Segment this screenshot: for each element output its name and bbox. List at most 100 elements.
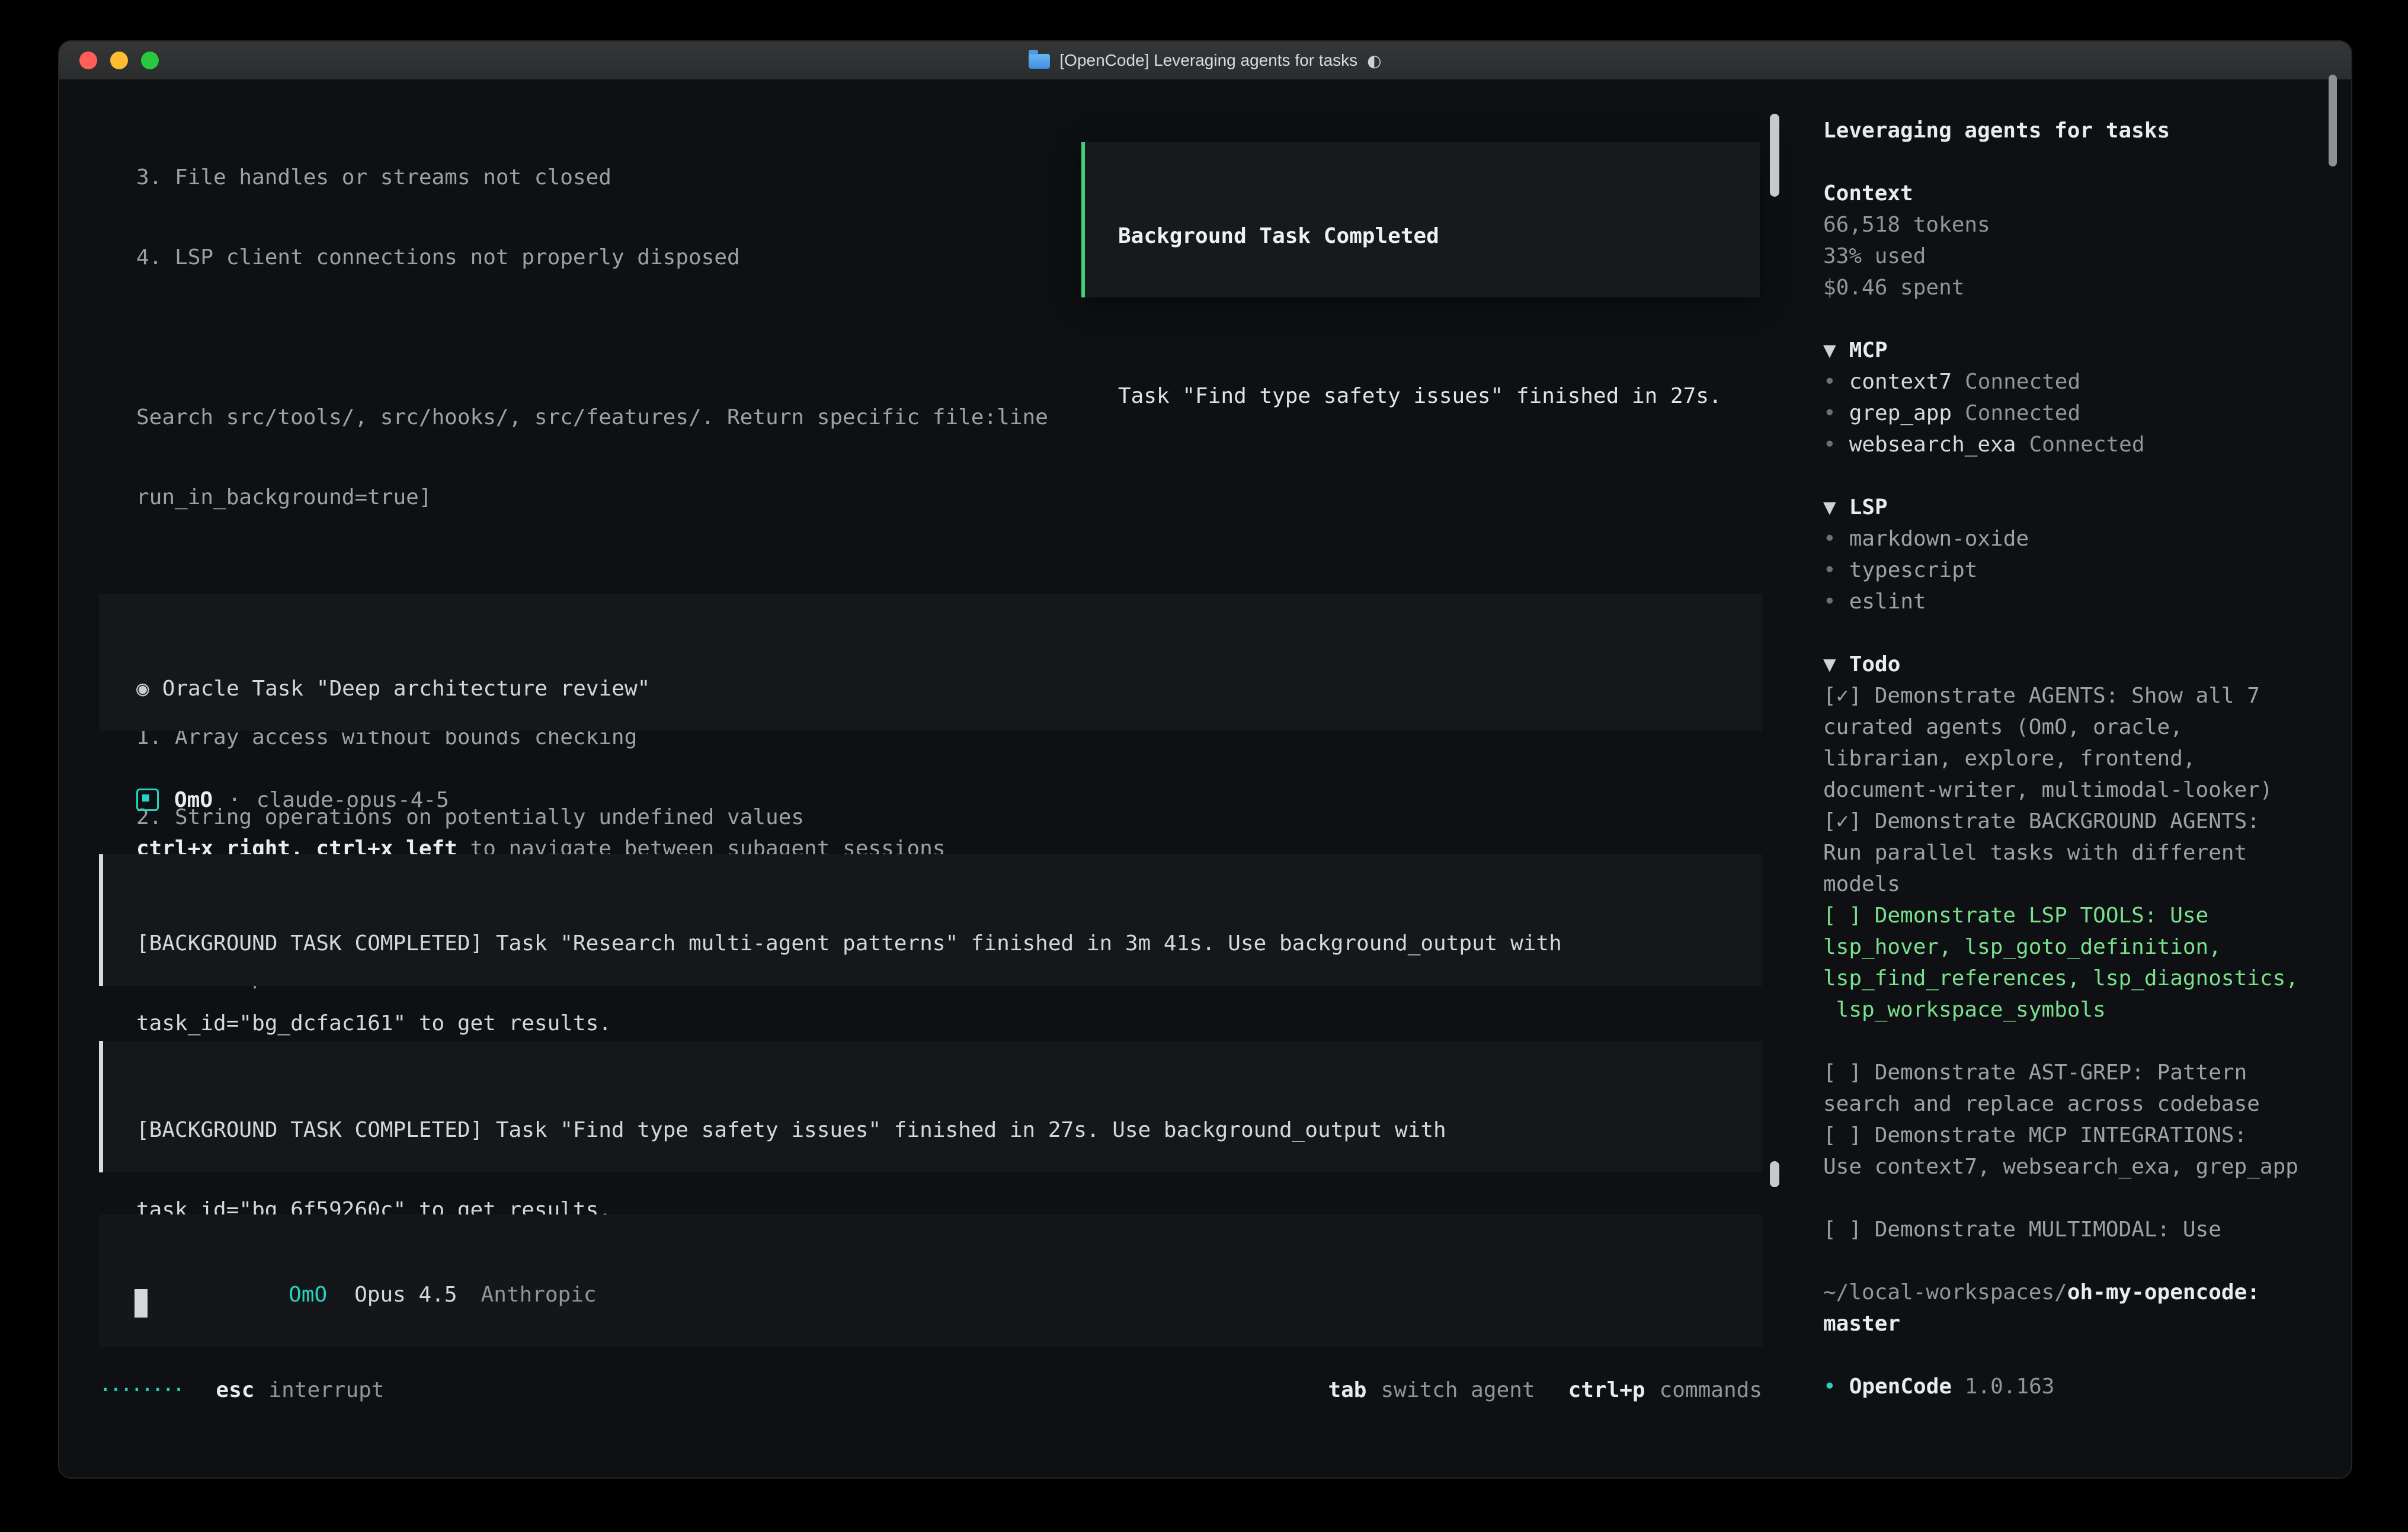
todo-line: librarian, explore, frontend,: [1823, 743, 2351, 774]
separator-dot: ·: [228, 788, 241, 812]
lsp-name: eslint: [1849, 589, 1926, 614]
lsp-name: markdown-oxide: [1849, 527, 2029, 551]
esc-key-hint: esc: [216, 1378, 254, 1402]
blank-line: [1823, 1245, 2351, 1277]
todo-line: document-writer, multimodal-looker): [1823, 774, 2351, 806]
terminal-line: run_in_background=true]: [136, 482, 1716, 513]
background-task-message: [BACKGROUND TASK COMPLETED] Task "Resear…: [99, 854, 1762, 986]
window-title: [OpenCode] Leveraging agents for tasks ◐: [1029, 51, 1381, 70]
bullet-icon: •: [1823, 432, 1836, 457]
sidebar-scrollbar-thumb[interactable]: [2329, 75, 2337, 166]
status-bar: ········ esc interrupt tab switch agent ct…: [99, 1374, 1762, 1406]
fisheye-icon: ◉: [136, 677, 149, 701]
chevron-down-icon: ▼: [1823, 652, 1836, 677]
terminal-body: 3. File handles or streams not closed 4.…: [59, 81, 2351, 1477]
mcp-name: websearch_exa: [1849, 432, 2016, 457]
lsp-item: • typescript: [1823, 555, 2351, 586]
esc-action-label: interrupt: [268, 1378, 384, 1402]
mcp-item: • grep_app Connected: [1823, 398, 2351, 429]
zoom-window-button[interactable]: [141, 52, 159, 69]
agent-header: OmO · claude-opus-4-5: [136, 784, 449, 816]
oracle-task-title: Oracle Task "Deep architecture review": [162, 677, 651, 701]
bullet-icon: •: [1823, 1374, 1836, 1399]
agent-checkbox-icon: [136, 789, 159, 811]
main-scrollbar-thumb[interactable]: [1770, 1161, 1779, 1187]
workspace-branch: master: [1823, 1308, 2351, 1339]
todo-line: [ ] Demonstrate MCP INTEGRATIONS:: [1823, 1120, 2351, 1151]
oracle-task-title-line: ◉ Oracle Task "Deep architecture review": [136, 673, 1762, 704]
app-name: OpenCode: [1849, 1374, 1952, 1399]
notification-title: Background Task Completed: [1118, 220, 1760, 252]
background-task-notification: Background Task Completed Task "Find typ…: [1081, 142, 1760, 297]
lsp-name: typescript: [1849, 558, 1978, 582]
todo-line: [ ] Demonstrate MULTIMODAL: Use: [1823, 1214, 2351, 1245]
lsp-item: •markdown-oxide: [1823, 523, 2351, 555]
window-titlebar[interactable]: [OpenCode] Leveraging agents for tasks ◐: [59, 41, 2351, 81]
todo-line: curated agents (OmO, oracle,: [1823, 711, 2351, 743]
ctrlp-key-hint: ctrl+p: [1568, 1378, 1645, 1402]
blank-line: [1823, 617, 2351, 649]
workspace-path-prefix: ~/local-workspaces/: [1823, 1280, 2067, 1305]
terminal-main-pane: 3. File handles or streams not closed 4.…: [59, 81, 1812, 1477]
active-model-label: Opus 4.5: [354, 1283, 457, 1307]
prompt-input[interactable]: OmO Opus 4.5 Anthropic: [99, 1214, 1762, 1347]
todo-section-header[interactable]: ▼ Todo: [1823, 649, 2351, 680]
blank-line: [1823, 460, 2351, 492]
app-version-footer: •OpenCode 1.0.163: [1823, 1371, 2351, 1402]
mcp-status: Connected: [1965, 401, 2080, 425]
todo-line-active: lsp_workspace_symbols: [1823, 994, 2351, 1025]
todo-heading: Todo: [1849, 652, 1901, 677]
workspace-path: ~/local-workspaces/oh-my-opencode:: [1823, 1277, 2351, 1308]
todo-line: models: [1823, 868, 2351, 900]
message-line: [BACKGROUND TASK COMPLETED] Task "Find t…: [136, 1114, 1762, 1146]
todo-line: [ ] Demonstrate AST-GREP: Pattern: [1823, 1057, 2351, 1088]
todo-line-active: lsp_find_references, lsp_diagnostics,: [1823, 963, 2351, 994]
message-line: [BACKGROUND TASK COMPLETED] Task "Resear…: [136, 928, 1762, 959]
context-heading: Context: [1823, 178, 2351, 209]
oracle-task-panel[interactable]: ◉Oracle Task "Deep architecture review" …: [99, 594, 1762, 731]
spinner-dots-icon: ········: [99, 1378, 182, 1402]
blank-line: [1823, 1182, 2351, 1214]
todo-line: [✓] Demonstrate AGENTS: Show all 7: [1823, 680, 2351, 711]
background-task-message: [BACKGROUND TASK COMPLETED] Task "Find t…: [99, 1041, 1762, 1172]
model-selector-row[interactable]: OmO Opus 4.5 Anthropic: [135, 1256, 597, 1334]
mcp-name: context7: [1849, 370, 1952, 394]
mcp-status: Connected: [1965, 370, 2080, 394]
window-title-text: [OpenCode] Leveraging agents for tasks: [1059, 51, 1357, 70]
session-sidebar: Leveraging agents for tasks Context 66,5…: [1812, 81, 2351, 1477]
provider-label: Anthropic: [481, 1283, 597, 1307]
agent-name: OmO: [174, 788, 213, 812]
close-window-button[interactable]: [79, 52, 97, 69]
context-tokens: 66,518 tokens: [1823, 209, 2351, 241]
bullet-icon: •: [1823, 558, 1836, 582]
lsp-item: •eslint: [1823, 586, 2351, 617]
workspace-repo: oh-my-opencode:: [2067, 1280, 2260, 1305]
todo-line: Use context7, websearch_exa, grep_app: [1823, 1151, 2351, 1182]
notification-body: Task "Find type safety issues" finished …: [1118, 380, 1760, 412]
todo-line: Run parallel tasks with different: [1823, 837, 2351, 868]
tab-action-label: switch agent: [1381, 1378, 1535, 1402]
mcp-section-header[interactable]: ▼MCP: [1823, 335, 2351, 366]
message-line: task_id="bg_dcfac161" to get results.: [136, 1008, 1762, 1039]
mcp-name: grep_app: [1849, 401, 1952, 425]
progress-half-circle-icon: ◐: [1367, 51, 1381, 70]
blank-line: [1118, 300, 1760, 332]
blank-line: [1823, 146, 2351, 178]
main-scrollbar-thumb[interactable]: [1770, 114, 1779, 197]
tab-key-hint: tab: [1328, 1378, 1366, 1402]
blank-line: [136, 562, 1716, 593]
active-agent-label: OmO: [289, 1283, 327, 1307]
traffic-lights: [79, 52, 159, 69]
context-used: 33% used: [1823, 241, 2351, 272]
bullet-icon: •: [1823, 401, 1836, 425]
blank-line: [1823, 1339, 2351, 1371]
desktop: [OpenCode] Leveraging agents for tasks ◐…: [0, 0, 2408, 1532]
lsp-heading: LSP: [1849, 495, 1888, 520]
agent-model: claude-opus-4-5: [257, 788, 449, 812]
lsp-section-header[interactable]: ▼LSP: [1823, 492, 2351, 523]
blank-line: [1823, 303, 2351, 335]
todo-line-active: lsp_hover, lsp_goto_definition,: [1823, 931, 2351, 963]
ctrlp-action-label: commands: [1660, 1378, 1762, 1402]
minimize-window-button[interactable]: [110, 52, 128, 69]
bullet-icon: •: [1823, 370, 1836, 394]
